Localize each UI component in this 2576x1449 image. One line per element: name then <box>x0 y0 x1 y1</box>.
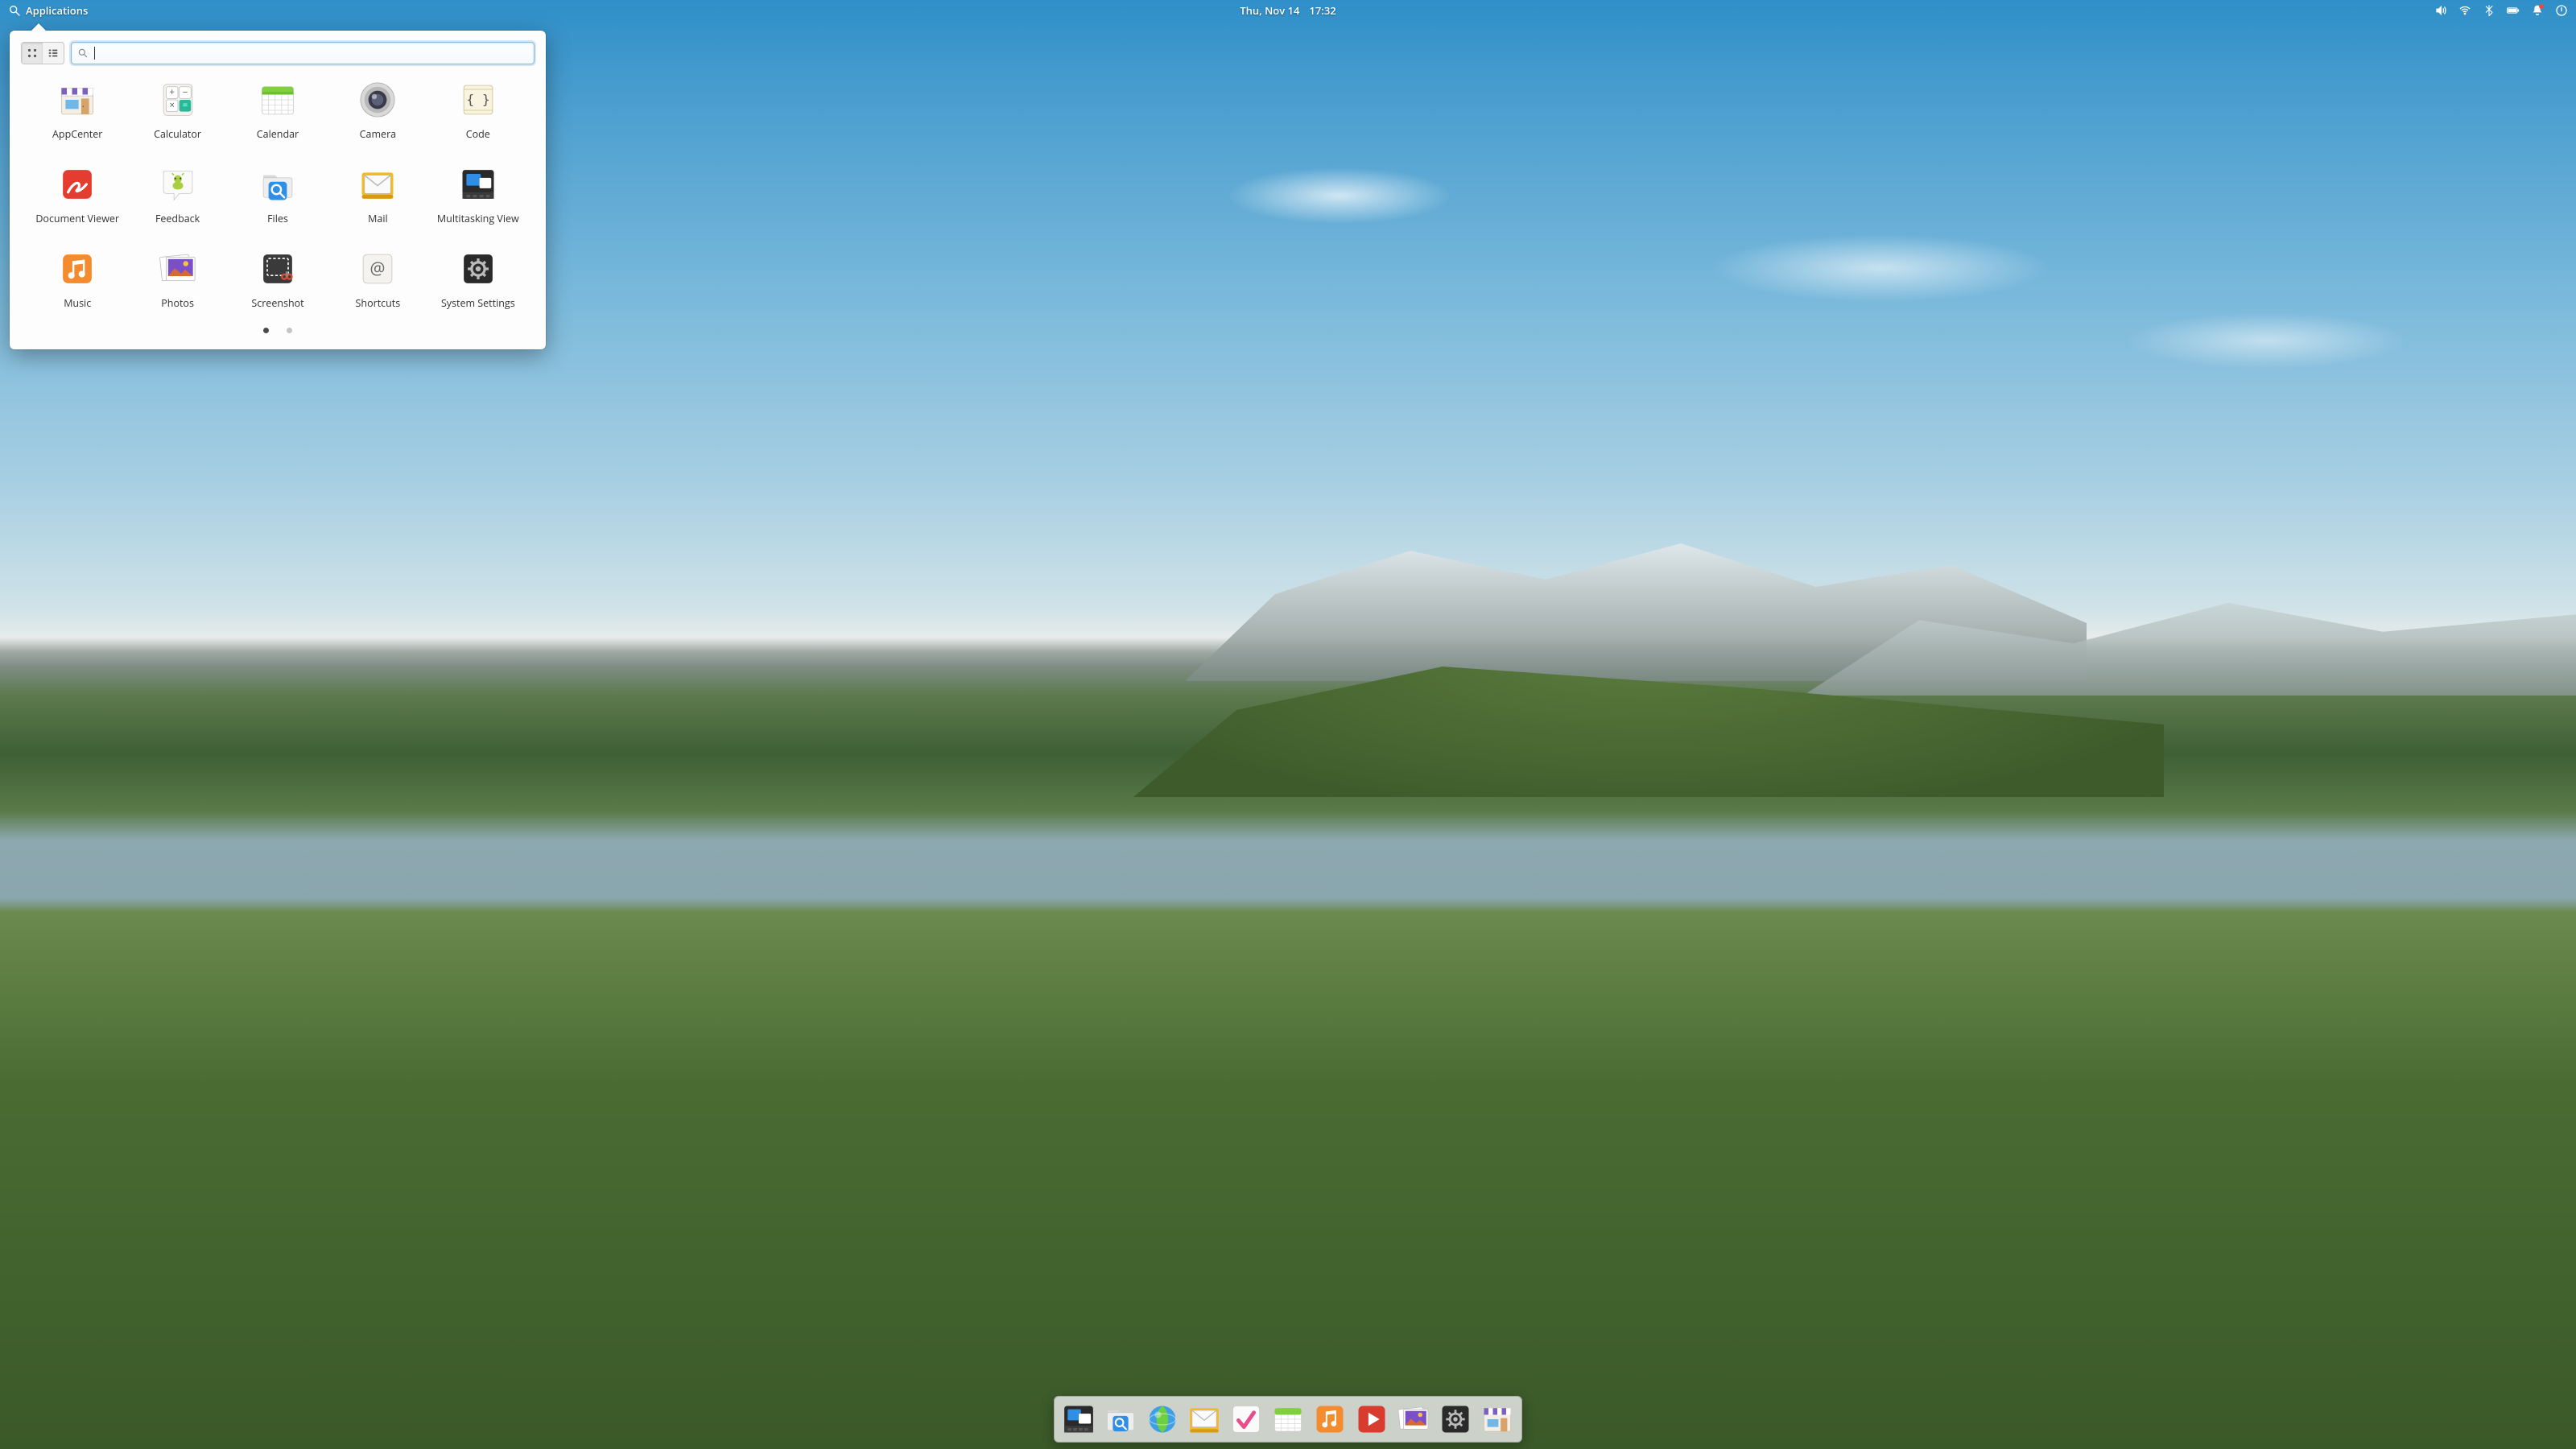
page-dot-1[interactable] <box>263 328 269 333</box>
dock-system-settings[interactable] <box>1438 1402 1473 1437</box>
bluetooth-indicator-icon[interactable] <box>2483 4 2496 17</box>
app-label: Calculator <box>154 127 201 141</box>
sound-indicator-icon[interactable] <box>2434 4 2447 17</box>
app-multitasking[interactable]: Multitasking View <box>428 163 528 225</box>
applications-menu-popover: AppCenter + − × = Calculator <box>10 31 546 349</box>
app-label: Multitasking View <box>437 212 519 225</box>
grid-view-icon <box>27 47 38 59</box>
view-category-button[interactable] <box>43 43 64 64</box>
page-dot-2[interactable] <box>287 328 292 333</box>
dock-photos[interactable] <box>1396 1402 1431 1437</box>
search-field-wrapper <box>71 42 535 64</box>
calculator-icon: + − × = <box>157 79 199 121</box>
applications-label: Applications <box>26 3 88 18</box>
dock-calendar[interactable] <box>1270 1402 1306 1437</box>
photos-icon <box>157 248 199 290</box>
app-mail[interactable]: Mail <box>328 163 427 225</box>
search-icon <box>77 47 89 59</box>
dock-multitasking[interactable] <box>1061 1402 1096 1437</box>
app-label: AppCenter <box>52 127 102 141</box>
applications-menu-header <box>21 42 535 64</box>
svg-text:{ }: { } <box>466 92 489 107</box>
mail-icon <box>357 163 398 205</box>
app-appcenter[interactable]: AppCenter <box>27 79 127 141</box>
app-screenshot[interactable]: Screenshot <box>228 248 328 310</box>
view-grid-button[interactable] <box>22 43 43 64</box>
app-camera[interactable]: Camera <box>328 79 427 141</box>
app-label: Feedback <box>155 212 200 225</box>
view-mode-switcher <box>21 42 64 64</box>
dock-files[interactable] <box>1103 1402 1138 1437</box>
search-input[interactable] <box>71 42 535 64</box>
app-files[interactable]: Files <box>228 163 328 225</box>
panel-time: 17:32 <box>1309 3 1335 18</box>
svg-text:×: × <box>169 100 175 112</box>
dock <box>1054 1396 1522 1443</box>
app-label: Calendar <box>257 127 299 141</box>
svg-text:@: @ <box>370 257 386 280</box>
session-indicator-icon[interactable] <box>2555 4 2568 17</box>
app-document-viewer[interactable]: Document Viewer <box>27 163 127 225</box>
notifications-indicator-icon[interactable] <box>2531 4 2544 17</box>
app-label: Photos <box>161 296 194 310</box>
app-label: System Settings <box>441 296 515 310</box>
svg-text:+: + <box>169 86 175 98</box>
screenshot-icon <box>257 248 299 290</box>
app-label: Music <box>64 296 91 310</box>
text-cursor <box>94 47 95 60</box>
app-grid: AppCenter + − × = Calculator <box>21 69 535 316</box>
page-indicator <box>21 316 535 345</box>
dock-appcenter[interactable] <box>1480 1402 1515 1437</box>
system-settings-icon <box>457 248 499 290</box>
app-label: Screenshot <box>251 296 303 310</box>
top-panel: Applications Thu, Nov 14 17:32 <box>0 0 2576 21</box>
app-calculator[interactable]: + − × = Calculator <box>127 79 227 141</box>
dock-web[interactable] <box>1145 1402 1180 1437</box>
dock-videos[interactable] <box>1354 1402 1389 1437</box>
code-icon: { } <box>457 79 499 121</box>
appcenter-icon <box>56 79 98 121</box>
app-shortcuts[interactable]: @ Shortcuts <box>328 248 427 310</box>
search-icon <box>8 4 21 17</box>
app-system-settings[interactable]: System Settings <box>428 248 528 310</box>
svg-text:−: − <box>182 86 188 98</box>
network-indicator-icon[interactable] <box>2458 4 2471 17</box>
notification-badge <box>2539 4 2544 9</box>
app-label: Shortcuts <box>356 296 401 310</box>
feedback-icon <box>157 163 199 205</box>
svg-text:=: = <box>182 100 188 112</box>
panel-date: Thu, Nov 14 <box>1240 3 1299 18</box>
app-music[interactable]: Music <box>27 248 127 310</box>
app-label: Camera <box>360 127 396 141</box>
category-view-icon <box>47 47 59 59</box>
app-label: Code <box>466 127 490 141</box>
applications-menu-button[interactable]: Applications <box>8 3 88 18</box>
dock-tasks[interactable] <box>1228 1402 1264 1437</box>
app-label: Files <box>267 212 288 225</box>
clock[interactable]: Thu, Nov 14 17:32 <box>1240 3 1335 18</box>
app-label: Mail <box>368 212 388 225</box>
app-photos[interactable]: Photos <box>127 248 227 310</box>
app-feedback[interactable]: Feedback <box>127 163 227 225</box>
camera-icon <box>357 79 398 121</box>
app-calendar[interactable]: Calendar <box>228 79 328 141</box>
app-code[interactable]: { } Code <box>428 79 528 141</box>
app-label: Document Viewer <box>35 212 119 225</box>
document-viewer-icon <box>56 163 98 205</box>
dock-music[interactable] <box>1312 1402 1348 1437</box>
shortcuts-icon: @ <box>357 248 398 290</box>
multitasking-icon <box>457 163 499 205</box>
music-icon <box>56 248 98 290</box>
files-icon <box>257 163 299 205</box>
dock-mail[interactable] <box>1187 1402 1222 1437</box>
calendar-icon <box>257 79 299 121</box>
battery-indicator-icon[interactable] <box>2507 4 2520 17</box>
